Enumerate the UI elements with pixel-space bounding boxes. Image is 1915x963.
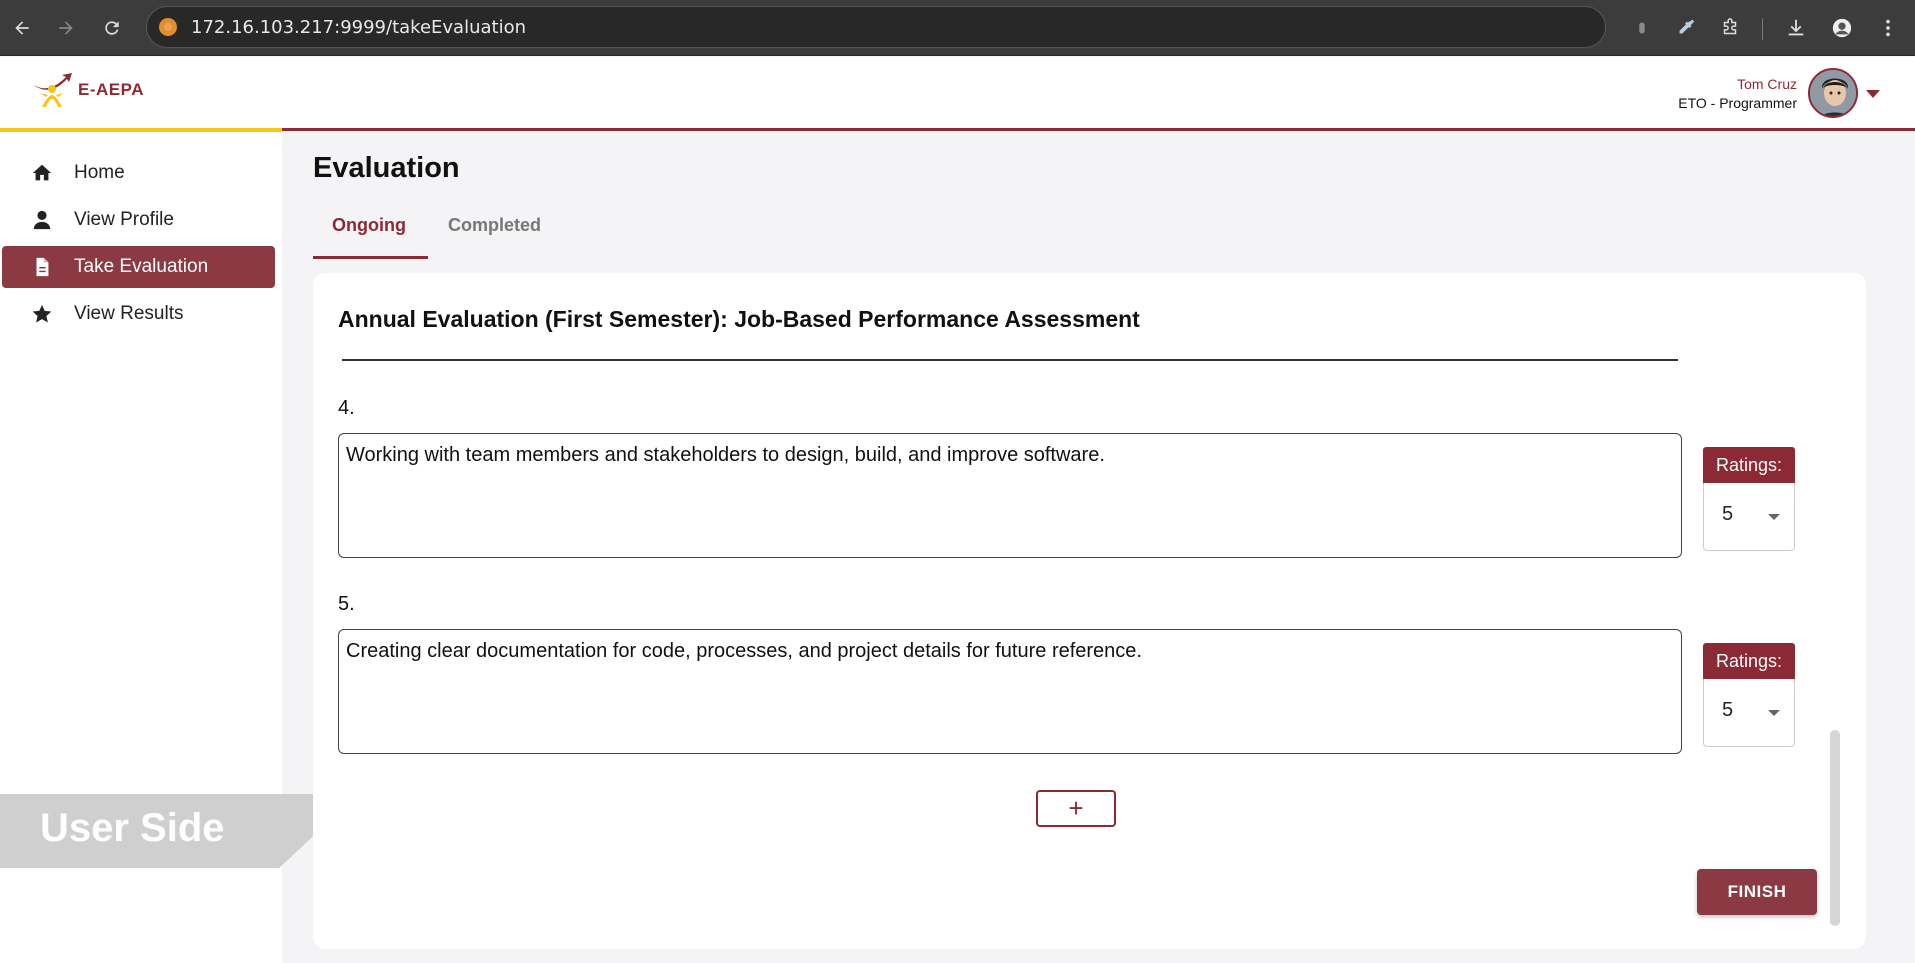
sidebar-item-label: View Profile xyxy=(74,209,174,230)
sidebar-item-label: View Results xyxy=(74,303,184,324)
scrollbar[interactable] xyxy=(1830,730,1840,926)
profile-icon[interactable] xyxy=(1828,14,1856,42)
tab-ongoing[interactable]: Ongoing xyxy=(332,215,406,236)
question-number: 5. xyxy=(338,593,355,615)
extension-indicator-icon[interactable] xyxy=(1628,14,1656,42)
active-tab-indicator xyxy=(313,256,428,259)
header-accent-red xyxy=(282,128,1915,131)
divider xyxy=(342,359,1678,361)
watermark-text: User Side xyxy=(40,806,225,850)
tab-completed[interactable]: Completed xyxy=(448,215,541,236)
question-text-field[interactable]: Working with team members and stakeholde… xyxy=(338,433,1682,558)
app-logo[interactable]: E-AEPA xyxy=(32,71,144,109)
back-icon[interactable] xyxy=(8,14,36,42)
logo-text: E-AEPA xyxy=(78,80,144,99)
user-icon xyxy=(30,208,54,232)
app-header: E-AEPA xyxy=(0,57,1915,130)
toolbar-divider xyxy=(1762,18,1763,40)
user-name: Tom Cruz xyxy=(1737,76,1797,92)
sidebar-item-home[interactable]: Home xyxy=(2,152,275,194)
sidebar-item-view-results[interactable]: View Results xyxy=(2,293,275,335)
reload-icon[interactable] xyxy=(98,14,126,42)
rating-select[interactable]: 5 xyxy=(1703,679,1795,747)
user-role: ETO - Programmer xyxy=(1678,95,1797,111)
dropdown-caret-icon xyxy=(1768,514,1780,520)
menu-kebab-icon[interactable] xyxy=(1874,14,1902,42)
dropdown-caret-icon xyxy=(1768,710,1780,716)
sidebar-item-view-profile[interactable]: View Profile xyxy=(2,199,275,241)
rating-select[interactable]: 5 xyxy=(1703,483,1795,551)
sidebar-item-label: Home xyxy=(74,162,125,183)
download-icon[interactable] xyxy=(1782,14,1810,42)
url-text: 172.16.103.217:9999/takeEvaluation xyxy=(191,16,526,38)
home-icon xyxy=(30,161,54,185)
avatar[interactable] xyxy=(1808,68,1858,118)
star-icon xyxy=(30,302,54,326)
evaluation-title: Annual Evaluation (First Semester): Job-… xyxy=(338,306,1140,332)
evaluation-card xyxy=(313,273,1866,949)
user-menu-caret-icon[interactable] xyxy=(1866,90,1880,98)
extensions-icon[interactable] xyxy=(1716,14,1744,42)
eyedropper-icon[interactable] xyxy=(1672,14,1700,42)
ratings-label: Ratings: xyxy=(1703,447,1795,483)
forward-icon[interactable] xyxy=(52,14,80,42)
sidebar-item-take-evaluation[interactable]: Take Evaluation xyxy=(2,246,275,288)
logo-mark-icon xyxy=(32,71,76,109)
finish-button[interactable]: FINISH xyxy=(1697,869,1817,915)
address-bar[interactable]: 172.16.103.217:9999/takeEvaluation xyxy=(146,6,1606,48)
question-text-field[interactable]: Creating clear documentation for code, p… xyxy=(338,629,1682,754)
browser-toolbar: 172.16.103.217:9999/takeEvaluation xyxy=(0,0,1915,56)
question-number: 4. xyxy=(338,397,355,419)
sidebar-item-label: Take Evaluation xyxy=(74,256,209,277)
document-icon xyxy=(30,255,54,279)
rating-value: 5 xyxy=(1722,699,1734,721)
ratings-label: Ratings: xyxy=(1703,643,1795,679)
rating-value: 5 xyxy=(1722,503,1734,525)
add-question-button[interactable]: + xyxy=(1036,790,1116,827)
page-title: Evaluation xyxy=(313,152,460,184)
site-info-icon[interactable] xyxy=(159,18,177,36)
user-info: Tom Cruz ETO - Programmer xyxy=(1678,76,1797,111)
